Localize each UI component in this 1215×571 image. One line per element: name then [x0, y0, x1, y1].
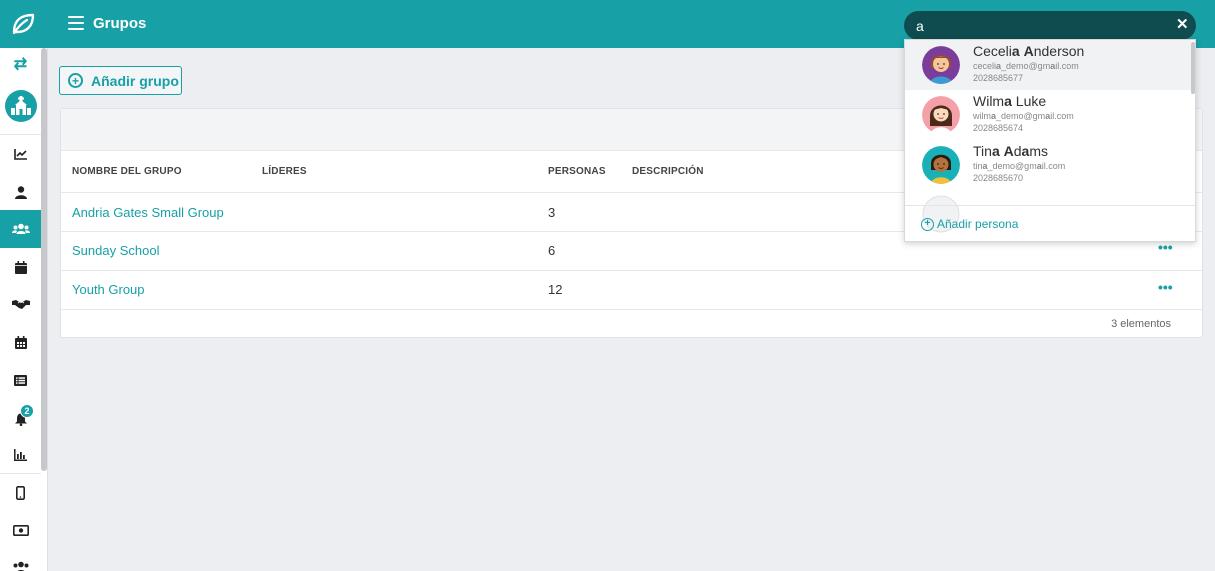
mobile-icon — [16, 486, 25, 500]
sidebar-item-lists[interactable] — [0, 361, 41, 399]
column-header-leaders[interactable]: LÍDERES — [262, 166, 307, 177]
leaf-logo-icon — [12, 13, 35, 35]
person-phone: 2028685674 — [973, 123, 1024, 133]
add-group-button[interactable]: + Añadir grupo — [59, 66, 182, 95]
people-count: 12 — [548, 282, 563, 297]
people-count: 3 — [548, 205, 556, 220]
money-icon — [12, 524, 29, 536]
row-divider — [61, 270, 1202, 271]
menu-icon[interactable] — [68, 16, 84, 30]
swap-icon: ⇄ — [13, 56, 28, 73]
more-options-icon[interactable]: ••• — [1158, 279, 1173, 295]
person-name: Wilma Luke — [973, 93, 1047, 109]
add-person-button[interactable]: + Añadir persona — [921, 217, 1018, 231]
close-icon[interactable]: ✕ — [1176, 16, 1189, 34]
page-title: Grupos — [93, 15, 147, 32]
search-bar: ✕ — [904, 11, 1196, 40]
add-person-label: Añadir persona — [937, 217, 1019, 231]
dropdown-scrollbar[interactable] — [1191, 42, 1195, 94]
person-phone: 2028685670 — [973, 173, 1024, 183]
column-header-description[interactable]: DESCRIPCIÓN — [632, 166, 704, 177]
sidebar-item-mobile[interactable] — [0, 474, 41, 512]
church-shape — [11, 96, 31, 115]
list-icon — [14, 374, 27, 386]
users-cog-icon — [13, 561, 28, 571]
search-result-item-partial[interactable] — [905, 190, 1191, 233]
users-icon — [11, 223, 30, 234]
group-name-link[interactable]: Andria Gates Small Group — [72, 205, 224, 220]
avatar — [922, 96, 960, 134]
sidebar-item-dashboard[interactable] — [0, 135, 41, 173]
items-count: 3 elementos — [1111, 318, 1171, 330]
person-email: tina_demo@gmail.com — [973, 161, 1066, 171]
sidebar-item-finance[interactable] — [0, 511, 41, 549]
group-name-link[interactable]: Youth Group — [72, 282, 145, 297]
notification-badge: 2 — [20, 404, 34, 418]
user-icon — [14, 185, 27, 199]
person-name: Cecelia Anderson — [973, 43, 1085, 59]
avatar — [922, 46, 960, 84]
calendar-icon — [14, 260, 27, 274]
person-name: Tina Adams — [973, 143, 1049, 159]
column-header-people[interactable]: PERSONAS — [548, 166, 606, 177]
dropdown-divider — [905, 205, 1195, 206]
search-result-item[interactable]: Cecelia Anderson cecelia_demo@gmail.com … — [905, 40, 1191, 90]
column-header-name[interactable]: NOMBRE DEL GRUPO — [72, 166, 182, 177]
plus-circle-icon: + — [68, 73, 83, 88]
chart-line-icon — [13, 149, 27, 160]
people-count: 6 — [548, 243, 556, 258]
search-input[interactable] — [916, 15, 1156, 36]
handshake-icon — [11, 300, 30, 309]
search-result-item[interactable]: Wilma Luke wilma_demo@gmail.com 20286856… — [905, 90, 1191, 140]
row-divider — [61, 309, 1202, 310]
sidebar-item-reports[interactable] — [0, 436, 41, 474]
person-email: cecelia_demo@gmail.com — [973, 61, 1079, 71]
sidebar-item-donations[interactable] — [0, 285, 41, 323]
bar-chart-icon — [14, 449, 27, 461]
app-logo[interactable] — [0, 0, 48, 48]
sidebar-item-admin[interactable] — [0, 548, 41, 571]
avatar — [922, 146, 960, 184]
add-group-label: Añadir grupo — [91, 72, 179, 89]
plus-circle-icon: + — [921, 217, 934, 231]
person-email: wilma_demo@gmail.com — [973, 111, 1074, 121]
sidebar-item-people[interactable] — [0, 173, 41, 211]
search-result-item[interactable]: Tina Adams tina_demo@gmail.com 202868567… — [905, 140, 1191, 190]
sidebar-item-calendar[interactable] — [0, 323, 41, 361]
sidebar: ⇄ 2 — [0, 48, 48, 571]
calendar-grid-icon — [14, 335, 27, 349]
sidebar-item-notifications[interactable]: 2 — [0, 398, 41, 436]
person-phone: 2028685677 — [973, 73, 1024, 83]
search-results-dropdown: Cecelia Anderson cecelia_demo@gmail.com … — [904, 39, 1196, 242]
sidebar-scrollbar[interactable] — [41, 48, 47, 471]
sidebar-item-switch[interactable]: ⇄ — [0, 45, 41, 83]
sidebar-item-events[interactable] — [0, 248, 41, 286]
group-name-link[interactable]: Sunday School — [72, 243, 159, 258]
sidebar-item-groups[interactable] — [0, 210, 41, 248]
church-icon[interactable] — [5, 90, 37, 122]
